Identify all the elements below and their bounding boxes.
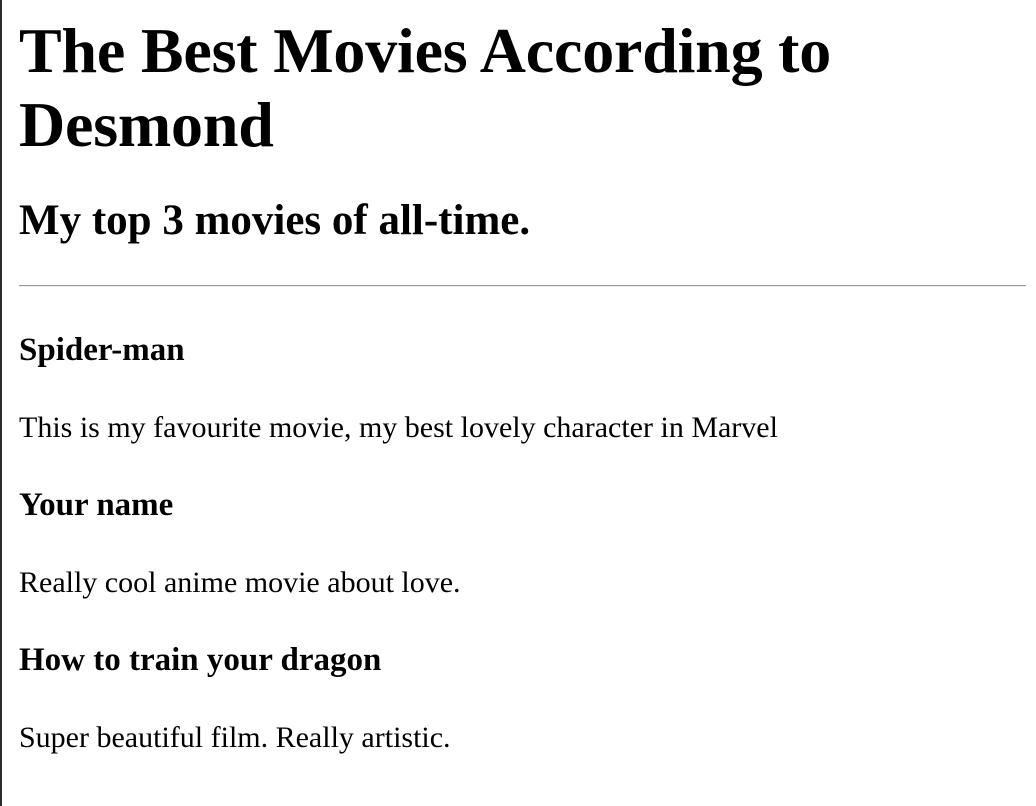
page-content: The Best Movies According to Desmond My … <box>19 0 1026 755</box>
movie-item: Your name Really cool anime movie about … <box>19 486 1026 600</box>
movie-description: This is my favourite movie, my best love… <box>19 411 778 444</box>
movie-item: How to train your dragon Super beautiful… <box>19 641 1026 755</box>
page-subtitle: My top 3 movies of all-time. <box>19 197 531 244</box>
movie-title: Your name <box>19 487 174 523</box>
movie-title: How to train your dragon <box>19 642 382 678</box>
divider <box>19 285 1026 287</box>
page-title: The Best Movies According to Desmond <box>19 15 832 160</box>
movie-description: Really cool anime movie about love. <box>19 566 461 599</box>
movie-list: Spider-man This is my favourite movie, m… <box>19 331 1026 755</box>
window-left-border <box>0 0 2 806</box>
movie-item: Spider-man This is my favourite movie, m… <box>19 331 1026 445</box>
movie-title: Spider-man <box>19 332 185 368</box>
movie-description: Super beautiful film. Really artistic. <box>19 721 451 754</box>
